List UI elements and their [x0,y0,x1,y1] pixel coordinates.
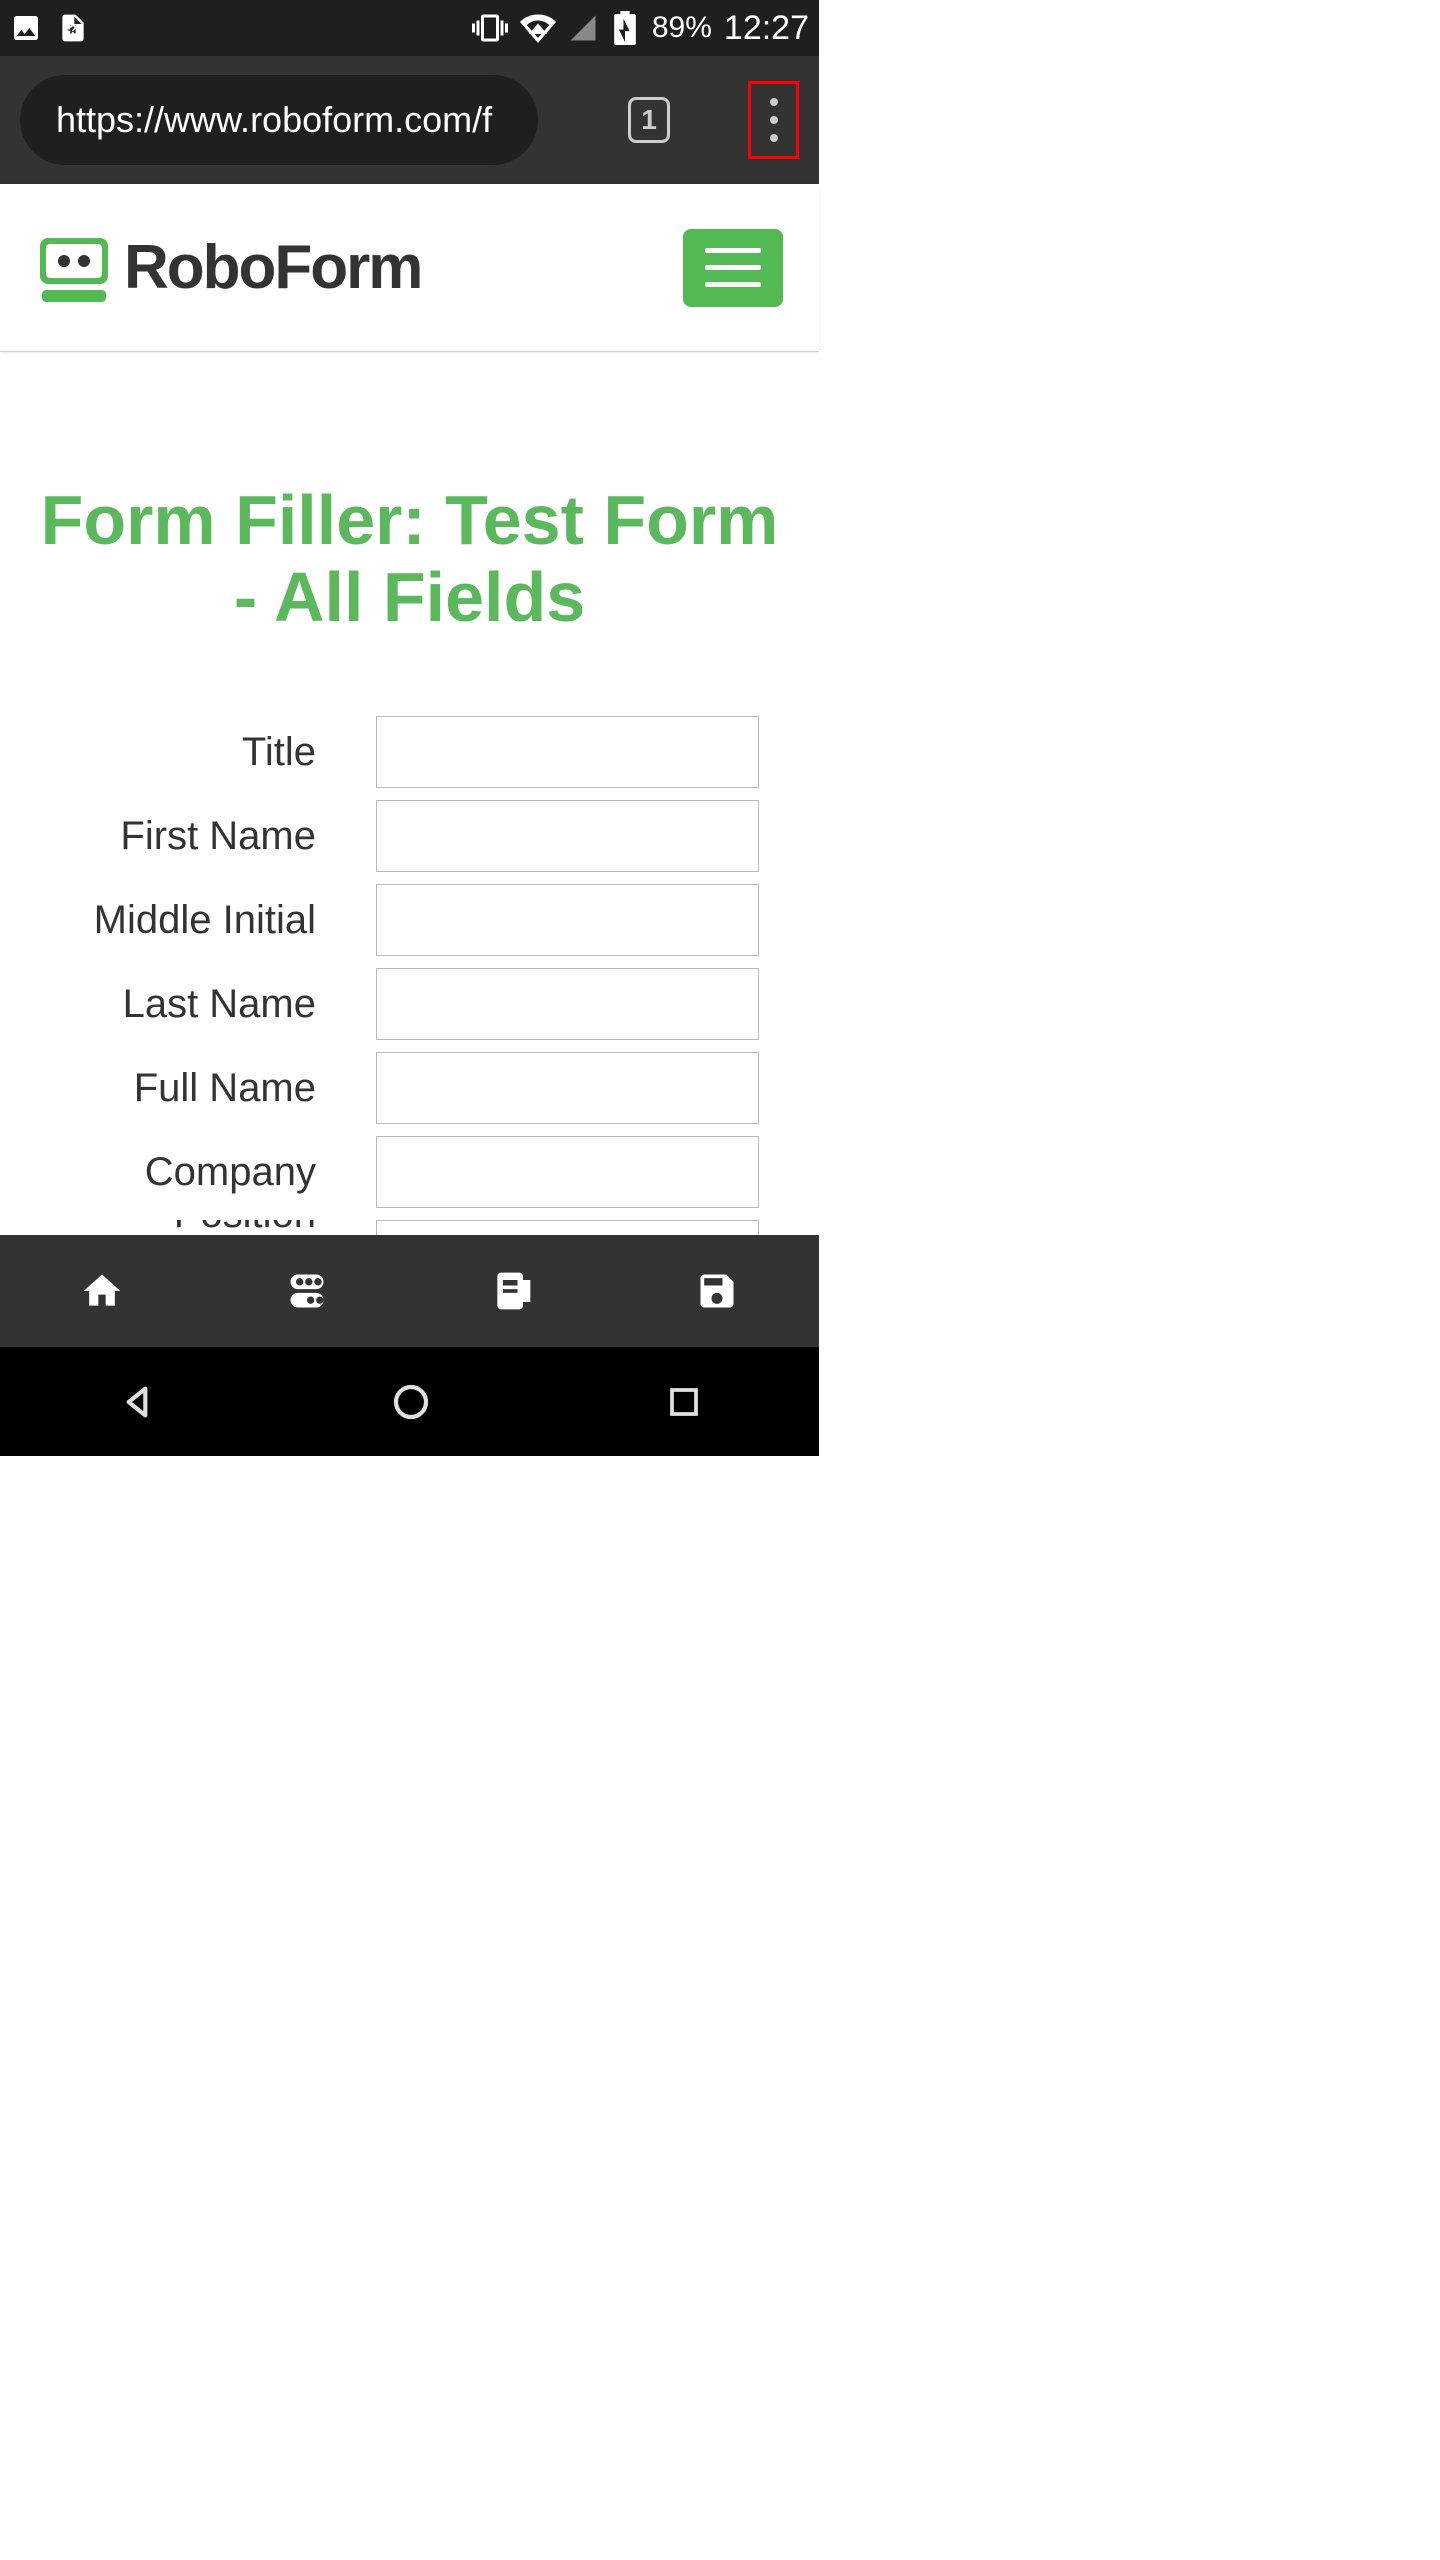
battery-percentage-text: 89% [652,11,712,45]
form-label: Position [36,1220,376,1234]
url-bar[interactable]: https://www.roboform.com/f [20,75,538,165]
form-label: Last Name [36,982,376,1027]
tab-count-text: 1 [641,104,657,136]
form-row: Company [36,1136,783,1208]
form-label: Title [36,730,376,775]
battery-charging-icon [610,11,640,45]
roboform-logo[interactable]: RoboForm [36,230,421,306]
form-row: Title [36,716,783,788]
form-input-full-name[interactable] [376,1052,759,1124]
form-input-last-name[interactable] [376,968,759,1040]
svg-text:?: ? [69,22,76,36]
image-notification-icon [10,12,42,44]
roboform-home-button[interactable] [80,1269,124,1313]
cell-signal-icon [568,13,598,43]
page-title: Form Filler: Test Form - All Fields [36,482,783,636]
roboform-logins-button[interactable] [285,1269,329,1313]
tab-switcher-button[interactable]: 1 [628,97,670,143]
site-header: RoboForm [0,184,819,352]
android-nav-bar [0,1347,819,1456]
form-row: First Name [36,800,783,872]
page-content: Form Filler: Test Form - All Fields Titl… [0,352,819,1242]
clock-text: 12:27 [724,9,809,48]
roboform-identity-button[interactable] [490,1269,534,1313]
nav-recent-button[interactable] [666,1384,702,1420]
form-row: Middle Initial [36,884,783,956]
form-row: Last Name [36,968,783,1040]
nav-home-button[interactable] [391,1382,431,1422]
form-row: Full Name [36,1052,783,1124]
form-input-first-name[interactable] [376,800,759,872]
roboform-save-button[interactable] [695,1269,739,1313]
form-label: Full Name [36,1066,376,1111]
form-input-company[interactable] [376,1136,759,1208]
form-input-middle-initial[interactable] [376,884,759,956]
roboform-logo-icon [36,230,112,306]
file-notification-icon: ? [57,12,89,44]
roboform-logo-text: RoboForm [124,232,421,303]
vibrate-icon [472,10,508,46]
browser-menu-button[interactable] [748,81,799,159]
site-menu-button[interactable] [683,229,783,307]
browser-toolbar: https://www.roboform.com/f 1 [0,56,819,184]
form-label: Middle Initial [36,898,376,943]
nav-back-button[interactable] [117,1382,157,1422]
wifi-icon [520,10,556,46]
form-label: Company [36,1150,376,1195]
form-input-title[interactable] [376,716,759,788]
url-text: https://www.roboform.com/f [56,99,492,141]
roboform-toolbar [0,1235,819,1347]
android-status-bar: ? 89% 12:27 [0,0,819,56]
form-label: First Name [36,814,376,859]
